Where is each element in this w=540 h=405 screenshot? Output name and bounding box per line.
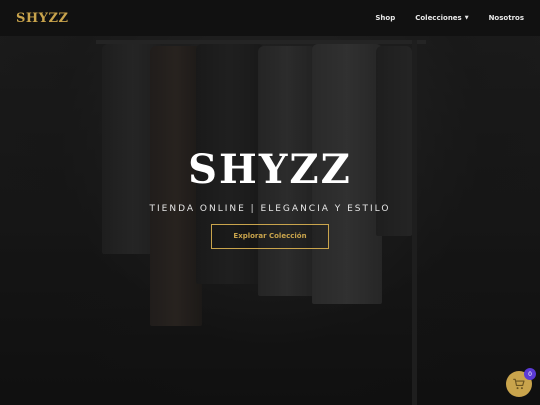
nav-link-label: Colecciones xyxy=(415,14,462,22)
shopping-cart-icon xyxy=(513,378,525,390)
explore-collection-button[interactable]: Explorar Colección xyxy=(211,224,329,249)
nav-link-label: Nosotros xyxy=(488,14,524,22)
cart-button[interactable]: 0 xyxy=(506,368,536,397)
nav-link-label: Shop xyxy=(375,14,396,22)
chevron-down-icon: ▼ xyxy=(464,15,469,21)
top-navbar: SHYZZ Shop Colecciones ▼ Nosotros xyxy=(0,0,540,36)
main-nav: Shop Colecciones ▼ Nosotros xyxy=(375,14,524,22)
brand-logo[interactable]: SHYZZ xyxy=(16,11,68,26)
nav-link-colecciones[interactable]: Colecciones ▼ xyxy=(415,14,468,22)
nav-link-shop[interactable]: Shop xyxy=(375,14,395,22)
hero-subtitle: TIENDA ONLINE | ELEGANCIA Y ESTILO xyxy=(149,204,391,214)
nav-link-nosotros[interactable]: Nosotros xyxy=(489,14,524,22)
hero-content: SHYZZ TIENDA ONLINE | ELEGANCIA Y ESTILO… xyxy=(0,150,540,249)
hero-title: SHYZZ xyxy=(188,146,352,193)
cart-count-badge: 0 xyxy=(524,368,536,380)
